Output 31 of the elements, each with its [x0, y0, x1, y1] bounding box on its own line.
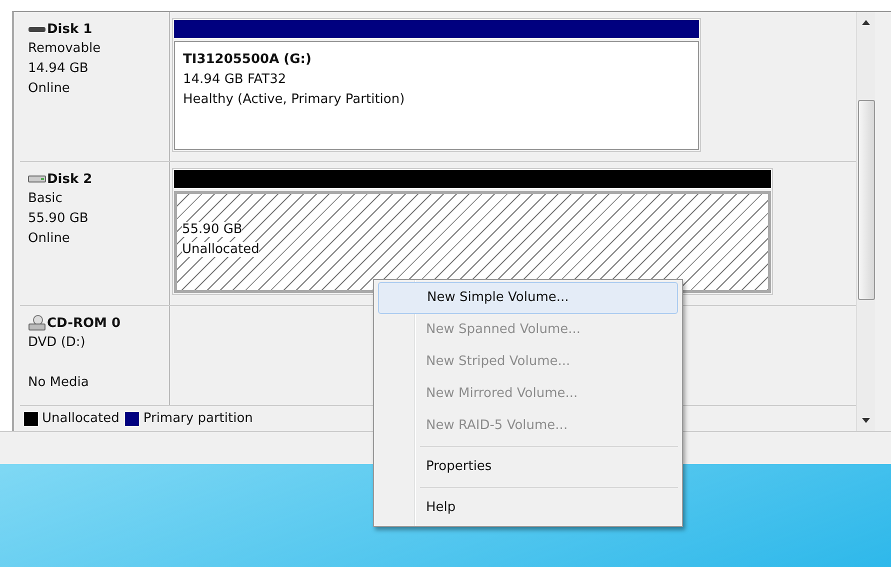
menu-item[interactable]: Help [378, 492, 678, 524]
disk-detail: 55.90 GB [28, 211, 88, 226]
volume-detail: Unallocated [182, 241, 260, 260]
legend-label: Primary partition [143, 411, 253, 426]
menu-item[interactable]: New Simple Volume... [378, 282, 678, 314]
disk-detail: Removable [28, 41, 101, 56]
volume-detail: Healthy (Active, Primary Partition) [183, 91, 406, 109]
disk-detail: Basic [28, 191, 62, 206]
disk-info-panel[interactable]: Disk 1 Removable 14.94 GB Online [20, 12, 170, 162]
partition-block[interactable]: TI31205500A (G:) 14.94 GB FAT32 Healthy (Active, Primary Partition) [172, 18, 701, 152]
drive-icon [28, 175, 46, 184]
disk-name: Disk 2 [47, 171, 92, 190]
disk-detail: 14.94 GB [28, 61, 88, 76]
volume-detail: 55.90 GB [182, 221, 244, 240]
disk-info-panel[interactable]: CD-ROM 0 DVD (D:) No Media [20, 306, 170, 406]
disk-name: Disk 1 [47, 21, 92, 39]
disk-name: CD-ROM 0 [47, 314, 121, 333]
vertical-scrollbar[interactable] [856, 12, 875, 431]
disk-detail: No Media [28, 374, 89, 390]
legend-label: Unallocated [42, 411, 120, 426]
disk-detail: Online [28, 81, 70, 96]
volume-title: TI31205500A (G:) [183, 51, 312, 69]
disk-detail: DVD (D:) [28, 334, 86, 350]
cd-drive-icon [28, 315, 46, 332]
scrollbar-thumb[interactable] [858, 100, 874, 300]
drive-icon [28, 26, 46, 34]
disk-info-panel[interactable]: Disk 2 Basic 55.90 GB Online [20, 162, 170, 305]
scroll-down-icon[interactable] [862, 418, 870, 423]
scroll-up-icon[interactable] [862, 20, 870, 25]
menu-item[interactable]: Properties [378, 451, 678, 483]
disk-detail: Online [28, 231, 70, 246]
